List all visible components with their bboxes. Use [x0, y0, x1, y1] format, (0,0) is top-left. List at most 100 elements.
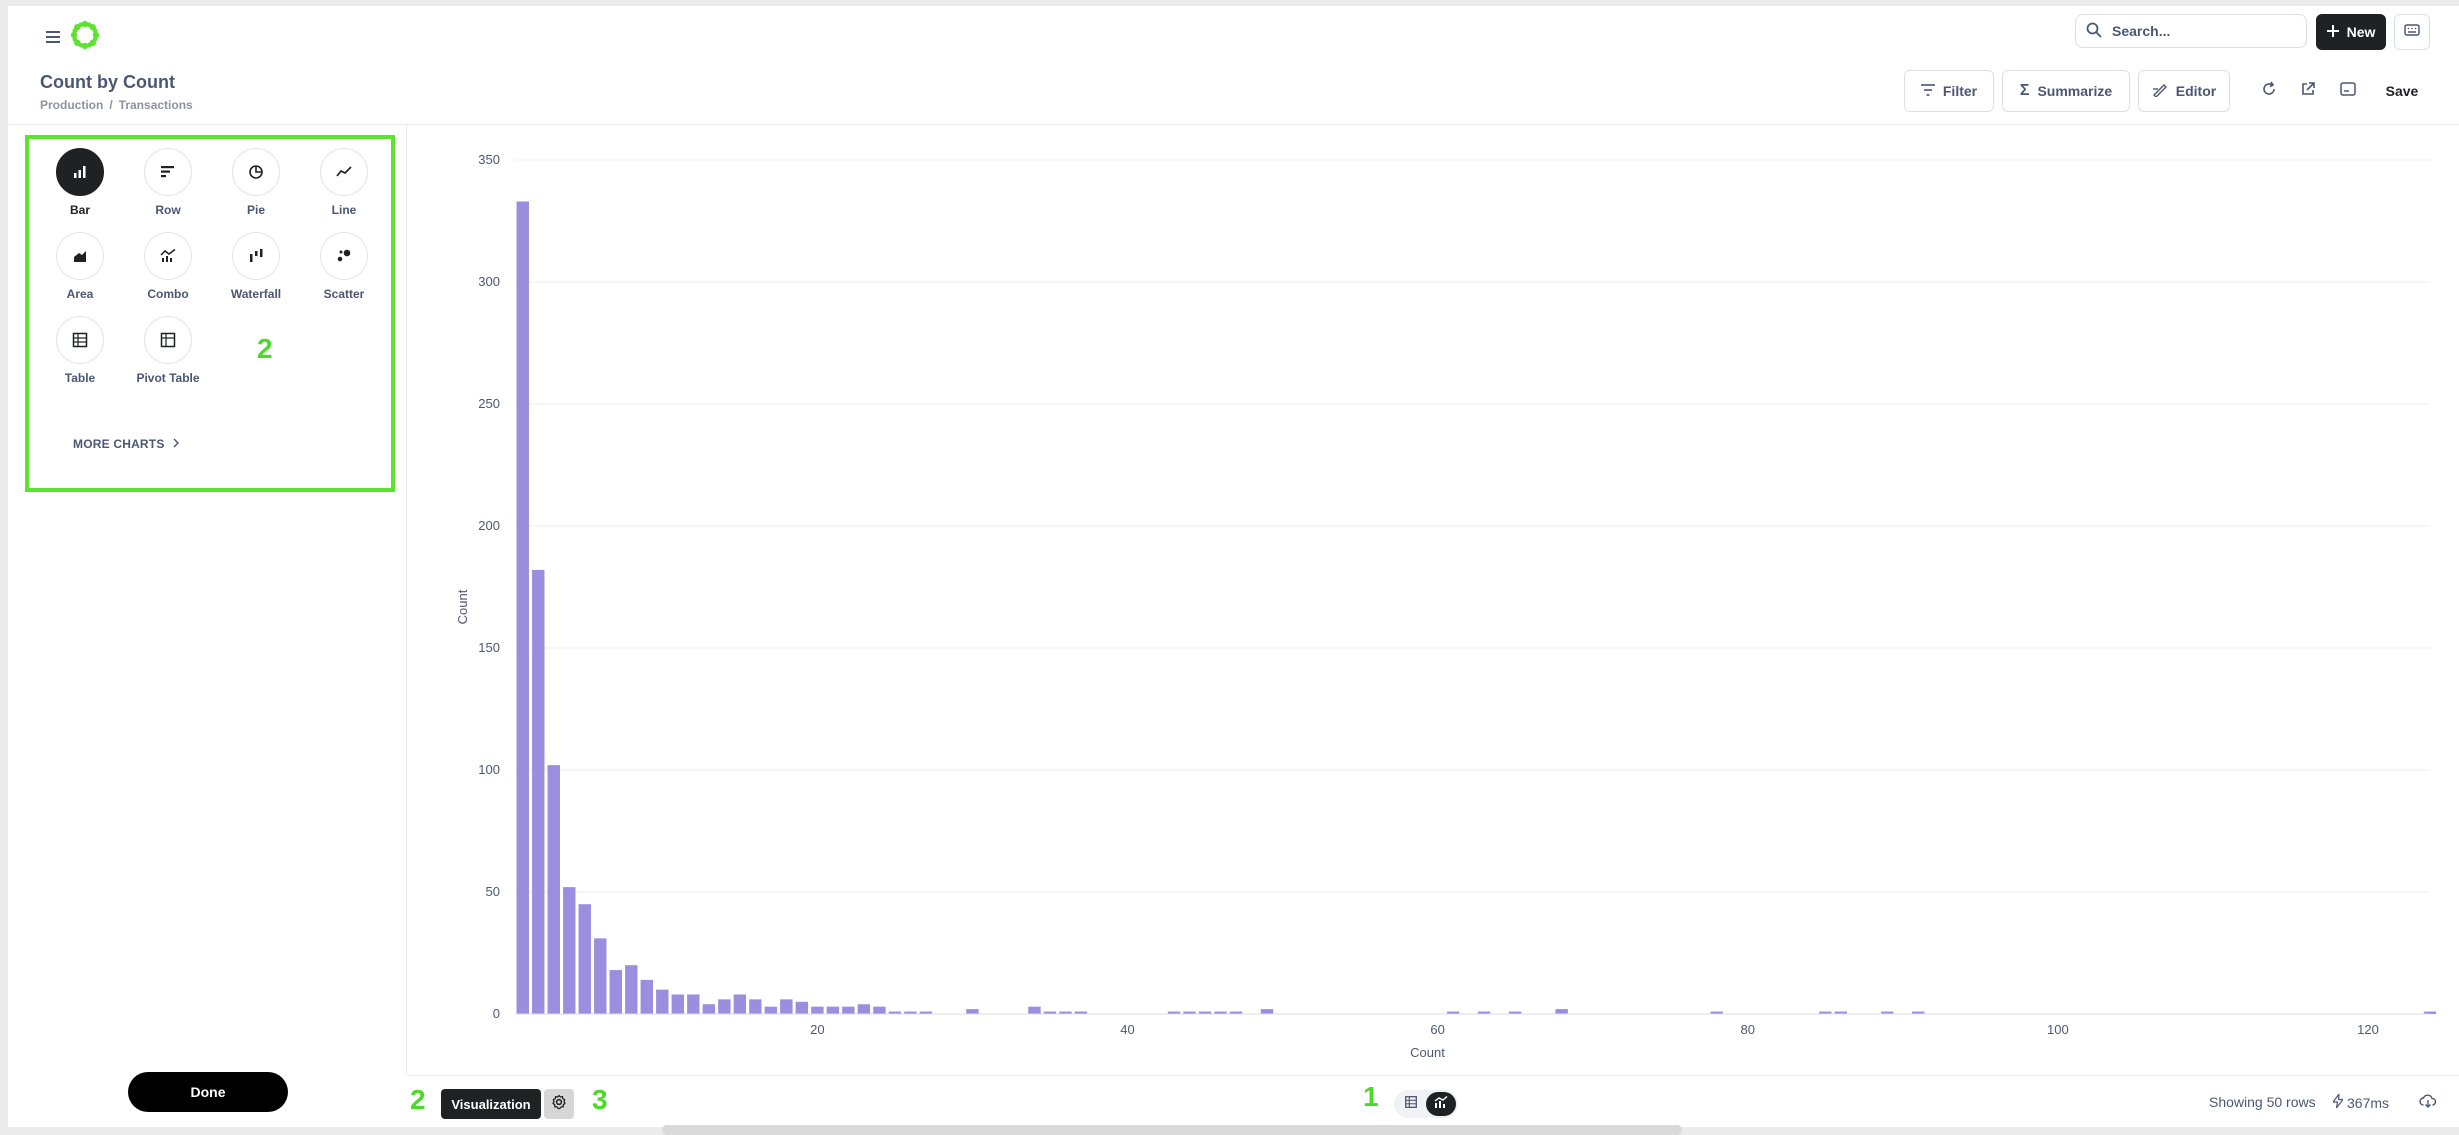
bar[interactable]: [718, 999, 731, 1014]
keyboard-shortcuts-button[interactable]: [2394, 14, 2430, 50]
chart-type-bar[interactable]: Bar: [40, 148, 120, 217]
view-toggle: [1394, 1090, 1458, 1118]
breadcrumb: Production / Transactions: [40, 98, 193, 112]
notebook-pen-icon: [2152, 83, 2168, 100]
editor-label: Editor: [2175, 83, 2217, 99]
chart-type-label: Pivot Table: [136, 371, 200, 385]
y-tick-label: 50: [486, 884, 500, 899]
chart-type-area[interactable]: Area: [40, 232, 120, 301]
annotation-marker-visualization: 2: [410, 1084, 426, 1115]
bar[interactable]: [857, 1004, 871, 1014]
bar[interactable]: [687, 994, 700, 1014]
embed-button[interactable]: [2335, 78, 2361, 104]
horizontal-scrollbar[interactable]: [662, 1125, 1682, 1135]
visualization-button[interactable]: Visualization: [441, 1089, 541, 1119]
chart-type-label: Area: [66, 287, 94, 301]
chart-type-label: Line: [331, 203, 357, 217]
page-title[interactable]: Count by Count: [40, 72, 175, 93]
x-tick-label: 120: [2357, 1022, 2379, 1037]
chart-type-label: Pie: [246, 203, 265, 217]
bar[interactable]: [578, 904, 591, 1014]
y-tick-label: 0: [493, 1006, 500, 1021]
bar[interactable]: [873, 1006, 886, 1014]
filter-label: Filter: [1942, 83, 1978, 99]
bar[interactable]: [811, 1006, 824, 1014]
bar[interactable]: [656, 989, 669, 1014]
chart-type-pie[interactable]: Pie: [216, 148, 296, 217]
more-charts-link[interactable]: MORE CHARTS: [73, 437, 179, 451]
breadcrumb-table[interactable]: Transactions: [119, 98, 193, 112]
bar[interactable]: [563, 887, 576, 1014]
bar[interactable]: [516, 201, 529, 1015]
save-button[interactable]: Save: [2380, 76, 2424, 106]
chart-type-pivot-table[interactable]: Pivot Table: [128, 316, 208, 385]
search-placeholder: Search...: [2112, 23, 2171, 39]
bar[interactable]: [795, 1001, 809, 1014]
bar[interactable]: [826, 1006, 840, 1014]
annotation-marker-settings: 3: [592, 1084, 608, 1115]
annotation-marker-sidebar: 2: [257, 333, 273, 364]
app-window: Search... New Count by Count Production …: [8, 6, 2459, 1127]
y-tick-label: 100: [478, 762, 500, 777]
y-tick-label: 250: [478, 396, 500, 411]
breadcrumb-database[interactable]: Production: [40, 98, 103, 112]
bar[interactable]: [842, 1006, 855, 1014]
bar[interactable]: [966, 1009, 979, 1014]
done-button[interactable]: Done: [128, 1072, 288, 1112]
bar[interactable]: [1555, 1009, 1568, 1014]
chart-type-label: Waterfall: [230, 287, 282, 301]
chart-type-line[interactable]: Line: [304, 148, 384, 217]
timing-value: 367ms: [2347, 1094, 2390, 1111]
combo-chart-icon: [1434, 1095, 1448, 1113]
filter-button[interactable]: Filter: [1904, 70, 1994, 112]
chart-view-toggle[interactable]: [1426, 1092, 1456, 1116]
bar[interactable]: [780, 999, 793, 1014]
bar[interactable]: [547, 765, 560, 1014]
bar[interactable]: [532, 569, 545, 1014]
area-chart-icon: [56, 232, 104, 280]
bar[interactable]: [702, 1004, 716, 1014]
breadcrumb-separator: /: [109, 98, 113, 112]
chart-type-sidebar: Bar Row Pie Line Area Combo Waterfall Scatter Ta…: [8, 125, 407, 1112]
combo-chart-icon: [144, 232, 192, 280]
chart-type-label: Scatter: [323, 287, 365, 301]
summarize-button[interactable]: Σ Summarize: [2002, 70, 2130, 112]
waterfall-chart-icon: [232, 232, 280, 280]
hamburger-menu-icon[interactable]: [38, 22, 68, 52]
bar[interactable]: [1260, 1009, 1274, 1014]
chart-type-label: Row: [155, 203, 181, 217]
chart-area: 0 50 100 150 200 250 300 350 20 40 60 80 100 120 Count…: [408, 125, 2448, 1080]
filter-icon: [1920, 83, 1935, 99]
open-external-button[interactable]: [2295, 78, 2321, 104]
brand-logo-icon[interactable]: [68, 18, 102, 52]
bar[interactable]: [594, 938, 607, 1014]
chart-type-waterfall[interactable]: Waterfall: [216, 232, 296, 301]
search-icon: [2086, 22, 2102, 41]
x-tick-label: 80: [1740, 1022, 1754, 1037]
editor-button[interactable]: Editor: [2138, 70, 2230, 112]
table-view-toggle[interactable]: [1396, 1092, 1426, 1116]
bar[interactable]: [1028, 1006, 1041, 1014]
search-input[interactable]: Search...: [2075, 14, 2307, 48]
chart-type-scatter[interactable]: Scatter: [304, 232, 384, 301]
bar[interactable]: [609, 970, 622, 1014]
download-button[interactable]: [2417, 1092, 2439, 1114]
bar[interactable]: [671, 994, 685, 1014]
bar[interactable]: [749, 999, 762, 1014]
chart-type-table[interactable]: Table: [40, 316, 120, 385]
chart-type-row[interactable]: Row: [128, 148, 208, 217]
chart-type-combo[interactable]: Combo: [128, 232, 208, 301]
x-tick-label: 20: [810, 1022, 824, 1037]
chart-settings-button[interactable]: [544, 1089, 574, 1119]
y-tick-label: 200: [478, 518, 500, 533]
refresh-icon: [2261, 81, 2277, 102]
bar[interactable]: [733, 994, 747, 1014]
bar[interactable]: [640, 979, 654, 1014]
bar-chart-icon: [56, 148, 104, 196]
new-button-label: New: [2346, 24, 2376, 40]
new-button[interactable]: New: [2316, 14, 2386, 50]
bar[interactable]: [625, 965, 638, 1014]
x-axis-label: Count: [1410, 1045, 1445, 1060]
refresh-button[interactable]: [2256, 78, 2282, 104]
bar[interactable]: [764, 1006, 778, 1014]
